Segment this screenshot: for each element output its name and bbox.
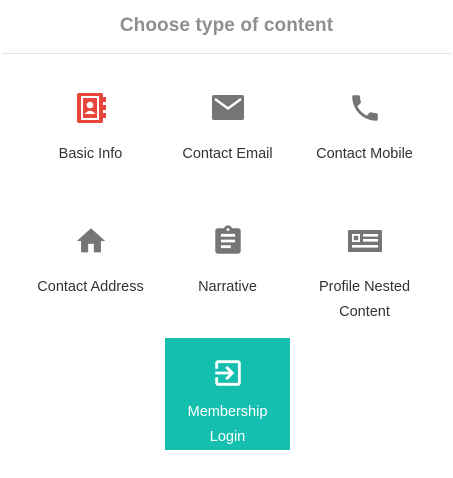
tile-contact-email[interactable]: Contact Email: [165, 90, 290, 167]
tile-contact-mobile[interactable]: Contact Mobile: [302, 90, 427, 167]
dialog-header: Choose type of content: [2, 0, 451, 54]
home-icon: [73, 223, 109, 259]
id-card-icon: [347, 223, 383, 259]
dialog-title: Choose type of content: [119, 14, 334, 36]
tile-label: Membership Login: [187, 404, 268, 445]
envelope-icon: [210, 90, 246, 126]
tile-label: Basic Info: [58, 146, 123, 162]
tile-basic-info[interactable]: Basic Info: [28, 90, 153, 167]
content-type-dialog: Choose type of content Basic Info Contac…: [0, 0, 453, 478]
tile-profile-nested-content[interactable]: Profile Nested Content: [302, 223, 427, 325]
login-icon: [210, 356, 246, 390]
content-type-grid: Basic Info Contact Email Contact Mobile …: [0, 54, 453, 478]
clipboard-icon: [210, 223, 246, 259]
phone-icon: [347, 90, 383, 126]
tile-contact-address[interactable]: Contact Address: [28, 223, 153, 300]
tile-label: Profile Nested Content: [318, 279, 411, 320]
tile-label: Contact Email: [182, 146, 273, 162]
tile-label: Narrative: [198, 279, 257, 295]
contact-book-icon: [73, 90, 109, 126]
tile-label: Contact Address: [37, 279, 144, 295]
tile-narrative[interactable]: Narrative: [165, 223, 290, 300]
tile-membership-login[interactable]: Membership Login: [165, 338, 290, 450]
tile-label: Contact Mobile: [316, 146, 413, 162]
